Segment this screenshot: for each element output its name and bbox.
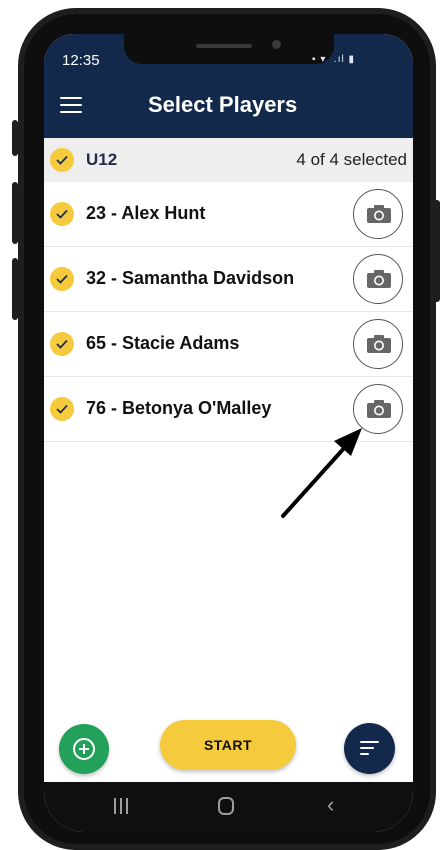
camera-icon: [367, 205, 391, 223]
player-row[interactable]: 76 - Betonya O'Malley: [44, 377, 413, 442]
hamburger-menu-icon[interactable]: [60, 97, 82, 113]
sort-lines-icon: [360, 741, 379, 743]
sort-lines-icon: [360, 747, 374, 749]
battery-icon: ▮: [348, 54, 355, 65]
camera-button[interactable]: [353, 384, 403, 434]
phone-power-button: [432, 200, 440, 302]
camera-button[interactable]: [353, 254, 403, 304]
back-icon[interactable]: ‹: [327, 792, 334, 818]
camera-icon: [367, 335, 391, 353]
camera-notch: [124, 34, 334, 64]
player-name: 23 - Alex Hunt: [86, 203, 206, 223]
add-player-button[interactable]: [59, 724, 109, 774]
player-name: 76 - Betonya O'Malley: [86, 398, 272, 418]
phone-volume-up-button: [12, 182, 18, 244]
phone-screen: 12:35 ▪ ▾ .ıl ▮ Select Players U12 4 of …: [44, 34, 413, 832]
camera-button[interactable]: [353, 319, 403, 369]
recent-apps-icon[interactable]: [114, 798, 128, 814]
check-circle-icon[interactable]: [50, 267, 74, 291]
sort-lines-icon: [360, 753, 369, 755]
player-name: 32 - Samantha Davidson: [86, 268, 295, 288]
player-row[interactable]: 23 - Alex Hunt: [44, 182, 413, 247]
home-icon[interactable]: [218, 797, 234, 815]
front-camera: [272, 40, 281, 49]
player-row[interactable]: 65 - Stacie Adams: [44, 312, 413, 377]
notification-icon: ▪ ▾: [312, 54, 327, 65]
signal-icon: .ıl: [330, 54, 345, 65]
sort-button[interactable]: [344, 723, 395, 774]
app-bar: 12:35 ▪ ▾ .ıl ▮ Select Players: [44, 34, 413, 138]
speaker-grille: [196, 44, 252, 48]
player-row[interactable]: 32 - Samantha Davidson: [44, 247, 413, 312]
player-name: 65 - Stacie Adams: [86, 333, 240, 353]
camera-button[interactable]: [353, 189, 403, 239]
group-name: U12: [86, 150, 118, 169]
phone-volume-down-button: [12, 258, 18, 320]
page-title: Select Players: [148, 92, 298, 117]
group-header-row[interactable]: U12 4 of 4 selected: [44, 138, 413, 183]
start-button[interactable]: START: [160, 720, 296, 770]
camera-icon: [367, 400, 391, 418]
selected-count: 4 of 4 selected: [296, 150, 407, 169]
status-icons: ▪ ▾ .ıl ▮: [312, 54, 355, 65]
check-circle-icon[interactable]: [50, 397, 74, 421]
plus-circle-icon: [73, 738, 95, 760]
check-circle-icon[interactable]: [50, 148, 74, 172]
check-circle-icon[interactable]: [50, 332, 74, 356]
phone-side-button: [12, 120, 18, 156]
check-circle-icon[interactable]: [50, 202, 74, 226]
system-nav-bar: ‹: [44, 782, 413, 832]
status-time: 12:35: [62, 52, 100, 69]
camera-icon: [367, 270, 391, 288]
